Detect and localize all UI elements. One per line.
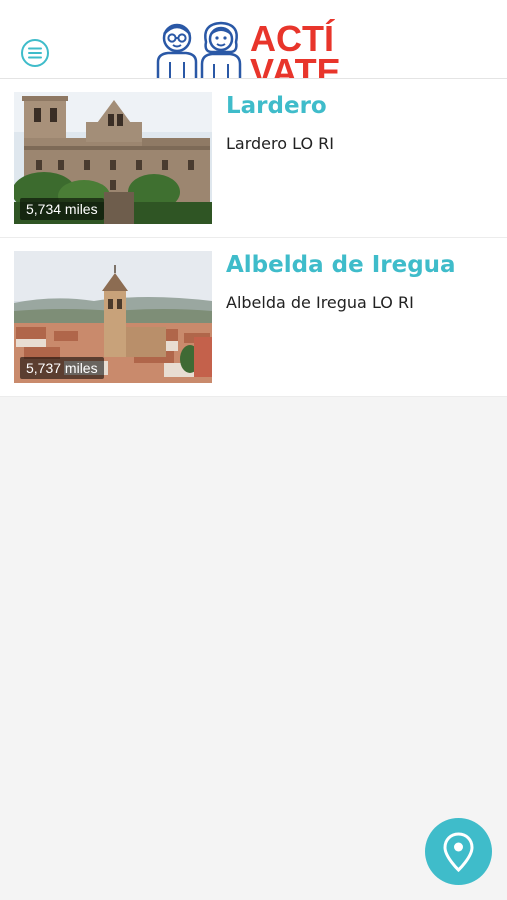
distance-badge: 5,734 miles [20,198,104,220]
places-list: 5,734 miles Lardero Lardero LO RI 5,737 … [0,79,507,397]
place-name[interactable]: Albelda de Iregua [226,252,456,278]
place-location: Albelda de Iregua LO RI [226,293,414,312]
seniors-illustration-icon [156,21,242,78]
menu-button[interactable] [20,38,50,68]
app-header: ACTÍ VATE [0,0,507,79]
activate-logo: ACTÍ VATE [152,18,357,78]
menu-icon [21,39,49,67]
place-location: Lardero LO RI [226,134,334,153]
map-view-button[interactable] [425,818,492,885]
logo-wordmark: ACTÍ VATE [250,21,341,79]
list-item[interactable]: 5,734 miles Lardero Lardero LO RI [0,79,507,238]
place-photo: 5,737 miles [14,251,212,383]
place-photo: 5,734 miles [14,92,212,224]
logo-line-2: VATE [250,51,341,79]
place-name[interactable]: Lardero [226,93,327,119]
distance-badge: 5,737 miles [20,357,104,379]
map-pin-icon [443,832,474,872]
list-item[interactable]: 5,737 miles Albelda de Iregua Albelda de… [0,238,507,397]
